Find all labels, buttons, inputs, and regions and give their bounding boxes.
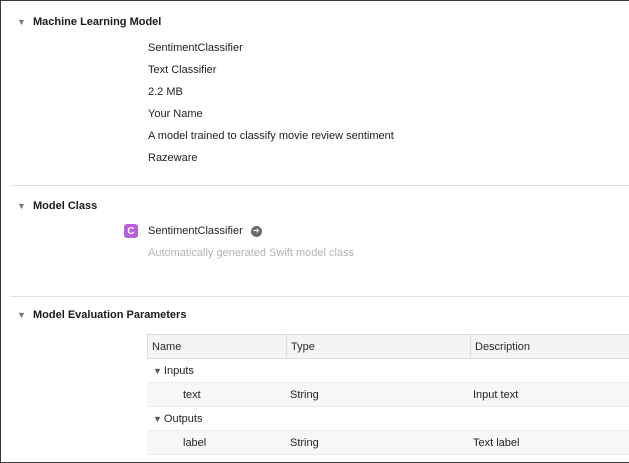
model-class-name: SentimentClassifier	[148, 225, 243, 237]
model-class-subtitle: Automatically generated Swift model clas…	[148, 247, 355, 259]
column-header-name[interactable]: Name	[148, 335, 286, 359]
table-row[interactable]: text String Input text	[147, 383, 629, 407]
cell-description: Input text	[473, 388, 519, 401]
field-value: 2.2 MB	[148, 86, 183, 98]
cell-name: label	[183, 436, 207, 449]
model-inspector-panel: ▼ Machine Learning Model Name SentimentC…	[0, 0, 629, 463]
table-group-row-inputs[interactable]: ▼ Inputs	[147, 359, 629, 383]
disclosure-triangle-icon[interactable]: ▼	[153, 366, 162, 376]
field-value: Razeware	[148, 152, 198, 164]
section-header-evaluation[interactable]: ▼ Model Evaluation Parameters	[17, 307, 186, 323]
section-title: Model Evaluation Parameters	[33, 309, 187, 321]
model-class-row: C SentimentClassifier ➜	[124, 222, 262, 240]
field-value: SentimentClassifier	[148, 42, 243, 54]
disclosure-triangle-icon[interactable]: ▼	[17, 310, 29, 320]
disclosure-triangle-icon[interactable]: ▼	[17, 17, 29, 27]
section-divider	[11, 296, 629, 297]
group-label: ▼ Inputs	[153, 359, 194, 382]
evaluation-parameters-table: Name Type Description ▼ Inputs text Stri…	[147, 334, 629, 455]
group-label: ▼ Outputs	[153, 407, 202, 430]
field-value: Text Classifier	[148, 64, 217, 76]
column-header-description[interactable]: Description	[470, 335, 629, 359]
section-header-ml-model[interactable]: ▼ Machine Learning Model	[17, 14, 161, 30]
disclosure-triangle-icon[interactable]: ▼	[153, 414, 162, 424]
table-header-row: Name Type Description	[147, 334, 629, 359]
cell-type: String	[290, 436, 319, 449]
table-row[interactable]: label String Text label	[147, 431, 629, 455]
group-label-text: Outputs	[163, 412, 203, 425]
group-label-text: Inputs	[163, 364, 194, 377]
disclosure-triangle-icon[interactable]: ▼	[17, 201, 29, 211]
class-badge-icon: C	[124, 224, 138, 238]
cell-name: text	[183, 388, 201, 401]
section-divider	[11, 185, 629, 186]
column-header-type[interactable]: Type	[286, 335, 470, 359]
field-value: Your Name	[148, 108, 203, 120]
section-title: Machine Learning Model	[33, 16, 162, 28]
section-title: Model Class	[33, 200, 98, 212]
cell-type: String	[290, 388, 319, 401]
arrow-circle-right-icon[interactable]: ➜	[250, 225, 262, 237]
field-value: A model trained to classify movie review…	[148, 130, 394, 142]
table-group-row-outputs[interactable]: ▼ Outputs	[147, 407, 629, 431]
cell-description: Text label	[473, 436, 520, 449]
section-header-model-class[interactable]: ▼ Model Class	[17, 198, 97, 214]
